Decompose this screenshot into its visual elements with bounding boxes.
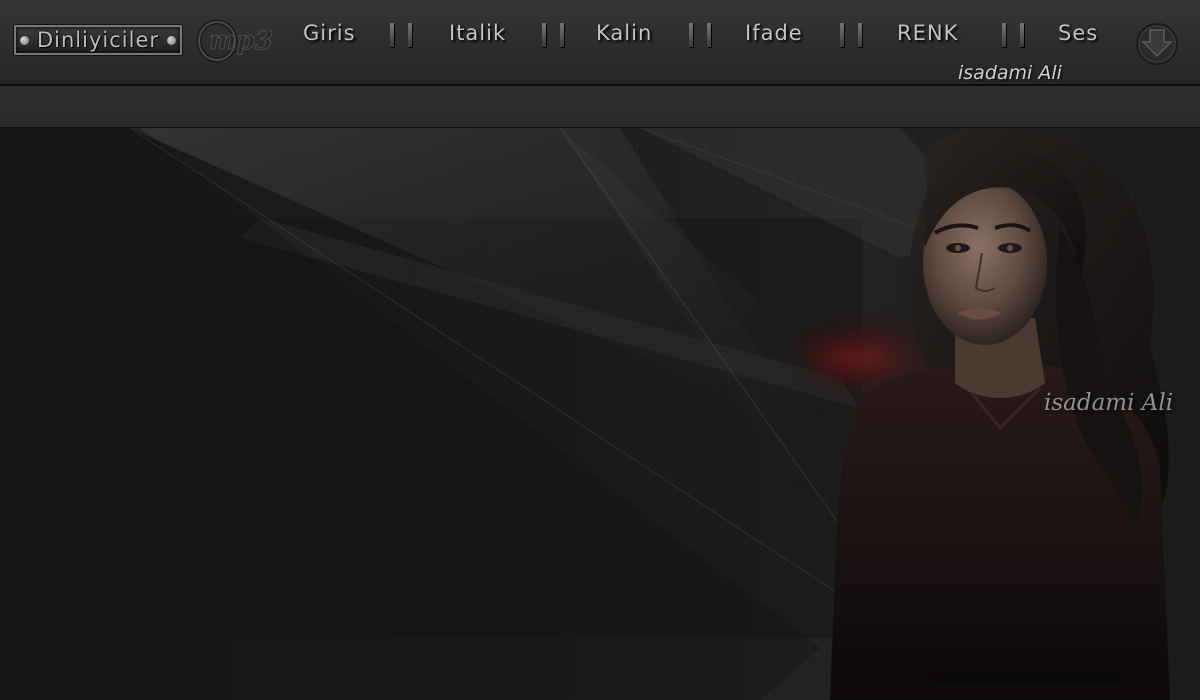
mp3-logo-icon[interactable]: mp3 xyxy=(195,18,283,64)
author-name: isadami Ali xyxy=(958,62,1062,84)
nav-renk[interactable]: RENK xyxy=(897,18,958,48)
chat-player-app: Dinliyiciler mp3 Giris Italik Kalin Ifad… xyxy=(0,0,1200,700)
download-arrow-icon[interactable] xyxy=(1135,22,1179,66)
separator-icon xyxy=(689,23,711,47)
mp3-logo-text: mp3 xyxy=(209,26,273,56)
left-dot-icon xyxy=(19,35,29,45)
top-toolbar: Dinliyiciler mp3 Giris Italik Kalin Ifad… xyxy=(0,0,1200,86)
separator-icon xyxy=(542,23,564,47)
listeners-label: Dinliyiciler xyxy=(36,28,159,52)
background-artwork: isadami Ali xyxy=(0,128,1200,700)
listeners-button[interactable]: Dinliyiciler xyxy=(14,25,182,55)
woman-portrait-image xyxy=(830,128,1170,700)
separator-icon xyxy=(390,23,412,47)
nav-giris[interactable]: Giris xyxy=(303,18,356,48)
separator-icon xyxy=(1002,23,1024,47)
nav-italik[interactable]: Italik xyxy=(449,18,506,48)
nav-ses[interactable]: Ses xyxy=(1058,18,1098,48)
nav-kalin[interactable]: Kalin xyxy=(596,18,652,48)
right-dot-icon xyxy=(167,35,176,45)
separator-icon xyxy=(840,23,862,47)
secondary-bar xyxy=(0,86,1200,128)
nav-ifade[interactable]: Ifade xyxy=(745,18,803,48)
author-watermark: isadami Ali xyxy=(1044,390,1174,416)
